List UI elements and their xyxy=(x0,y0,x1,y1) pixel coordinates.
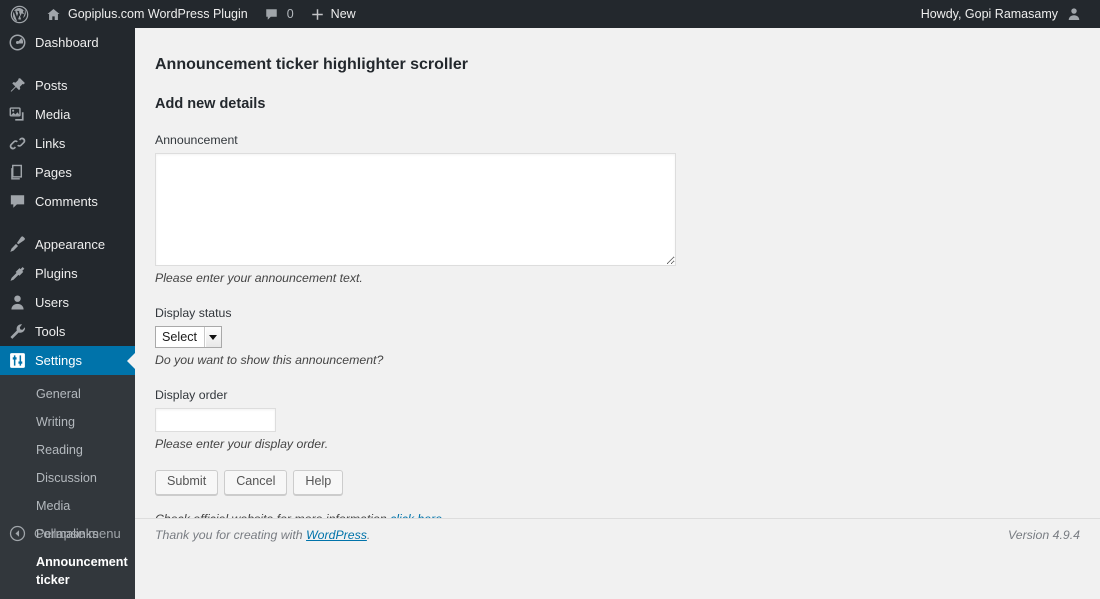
comment-bubble-icon xyxy=(0,192,34,211)
sidebar-item-tools[interactable]: Tools xyxy=(0,317,135,346)
dashboard-icon xyxy=(0,33,34,52)
content-area: Announcement ticker highlighter scroller… xyxy=(135,28,1100,550)
collapse-menu-label: Collapse menu xyxy=(34,526,121,541)
howdy-label: Howdy, Gopi Ramasamy xyxy=(921,0,1058,28)
sidebar-item-label: Links xyxy=(34,135,65,153)
new-content-label: New xyxy=(331,0,356,28)
sidebar-item-settings[interactable]: Settings xyxy=(0,346,135,375)
pages-icon xyxy=(0,163,34,182)
admin-bar-right: Howdy, Gopi Ramasamy xyxy=(913,0,1100,28)
plus-icon xyxy=(310,7,331,22)
link-icon xyxy=(0,134,34,153)
new-content-button[interactable]: New xyxy=(302,0,364,28)
submenu-item-discussion[interactable]: Discussion xyxy=(0,464,135,492)
admin-menu-list: Dashboard Posts Media Links Pages Comments App… xyxy=(0,28,135,599)
collapse-menu-wrap: Collapse menu xyxy=(0,516,135,550)
submenu-item-announcement-ticker[interactable]: Announcement ticker xyxy=(0,548,135,594)
admin-footer: Thank you for creating with WordPress. V… xyxy=(135,518,1100,550)
display-status-selected-value: Select xyxy=(156,327,204,347)
announcement-textarea[interactable] xyxy=(155,153,676,266)
footer-thanks-prefix: Thank you for creating with xyxy=(155,528,306,542)
sidebar-item-media[interactable]: Media xyxy=(0,100,135,129)
user-avatar-icon xyxy=(1058,6,1082,22)
sidebar-item-label: Settings xyxy=(34,352,82,370)
media-icon xyxy=(0,105,34,124)
display-order-input[interactable] xyxy=(155,408,276,432)
collapse-arrow-icon xyxy=(0,525,34,542)
chevron-down-icon xyxy=(204,327,221,347)
sidebar-item-label: Comments xyxy=(34,193,98,211)
submit-button[interactable]: Submit xyxy=(155,470,218,495)
sidebar-item-label: Appearance xyxy=(34,236,105,254)
cancel-button[interactable]: Cancel xyxy=(224,470,287,495)
sidebar-item-label: Tools xyxy=(34,323,65,341)
sidebar-item-pages[interactable]: Pages xyxy=(0,158,135,187)
wordpress-logo-icon xyxy=(10,5,29,24)
submenu-item-writing[interactable]: Writing xyxy=(0,408,135,436)
sidebar-item-comments[interactable]: Comments xyxy=(0,187,135,216)
display-status-label: Display status xyxy=(155,306,1080,322)
pin-icon xyxy=(0,76,34,95)
menu-separator xyxy=(0,216,135,230)
submenu-item-general[interactable]: General xyxy=(0,380,135,408)
content-body: Announcement ticker highlighter scroller… xyxy=(135,28,1100,526)
comment-bubble-icon xyxy=(264,7,281,22)
display-status-description: Do you want to show this announcement? xyxy=(155,352,1080,369)
sidebar-item-users[interactable]: Users xyxy=(0,288,135,317)
sidebar-item-label: Pages xyxy=(34,164,72,182)
tools-wrench-icon xyxy=(0,322,34,341)
sidebar-item-plugins[interactable]: Plugins xyxy=(0,259,135,288)
sidebar-item-label: Plugins xyxy=(34,265,78,283)
plugins-plug-icon xyxy=(0,264,34,283)
sidebar-item-label: Users xyxy=(34,294,69,312)
home-icon xyxy=(46,7,68,22)
site-name-label: Gopiplus.com WordPress Plugin xyxy=(68,0,248,28)
sidebar-item-dashboard[interactable]: Dashboard xyxy=(0,28,135,57)
comments-button[interactable]: 0 xyxy=(256,0,302,28)
sidebar-item-posts[interactable]: Posts xyxy=(0,71,135,100)
submenu-item-reading[interactable]: Reading xyxy=(0,436,135,464)
help-button[interactable]: Help xyxy=(293,470,343,495)
settings-submenu: GeneralWritingReadingDiscussionMediaPerm… xyxy=(0,375,135,599)
display-order-label: Display order xyxy=(155,388,1080,404)
comments-count: 0 xyxy=(287,7,294,21)
footer-thanks-suffix: . xyxy=(367,528,370,542)
menu-separator xyxy=(0,57,135,71)
site-name-button[interactable]: Gopiplus.com WordPress Plugin xyxy=(38,0,256,28)
sidebar-item-links[interactable]: Links xyxy=(0,129,135,158)
appearance-brush-icon xyxy=(0,235,34,254)
page-title: Announcement ticker highlighter scroller xyxy=(155,46,1080,80)
form-button-row: Submit Cancel Help xyxy=(155,470,1080,495)
my-account-button[interactable]: Howdy, Gopi Ramasamy xyxy=(913,0,1090,28)
sidebar-item-label: Posts xyxy=(34,77,68,95)
announcement-description: Please enter your announcement text. xyxy=(155,270,1080,287)
sidebar-item-label: Media xyxy=(34,106,70,124)
admin-bar: Gopiplus.com WordPress Plugin 0 New Howd… xyxy=(0,0,1100,28)
admin-sidebar: Dashboard Posts Media Links Pages Comments App… xyxy=(0,28,135,550)
section-title: Add new details xyxy=(155,94,1080,114)
settings-sliders-icon xyxy=(0,351,34,370)
collapse-menu-button[interactable]: Collapse menu xyxy=(0,516,135,550)
footer-version: Version 4.9.4 xyxy=(1008,528,1080,542)
users-icon xyxy=(0,293,34,312)
display-order-description: Please enter your display order. xyxy=(155,436,1080,453)
footer-thanks: Thank you for creating with WordPress. xyxy=(155,528,1008,542)
display-status-select[interactable]: Select xyxy=(155,326,222,348)
sidebar-item-appearance[interactable]: Appearance xyxy=(0,230,135,259)
wordpress-logo-button[interactable] xyxy=(0,0,38,28)
sidebar-item-label: Dashboard xyxy=(34,34,99,52)
announcement-label: Announcement xyxy=(155,133,1080,149)
wordpress-link[interactable]: WordPress xyxy=(306,528,367,542)
